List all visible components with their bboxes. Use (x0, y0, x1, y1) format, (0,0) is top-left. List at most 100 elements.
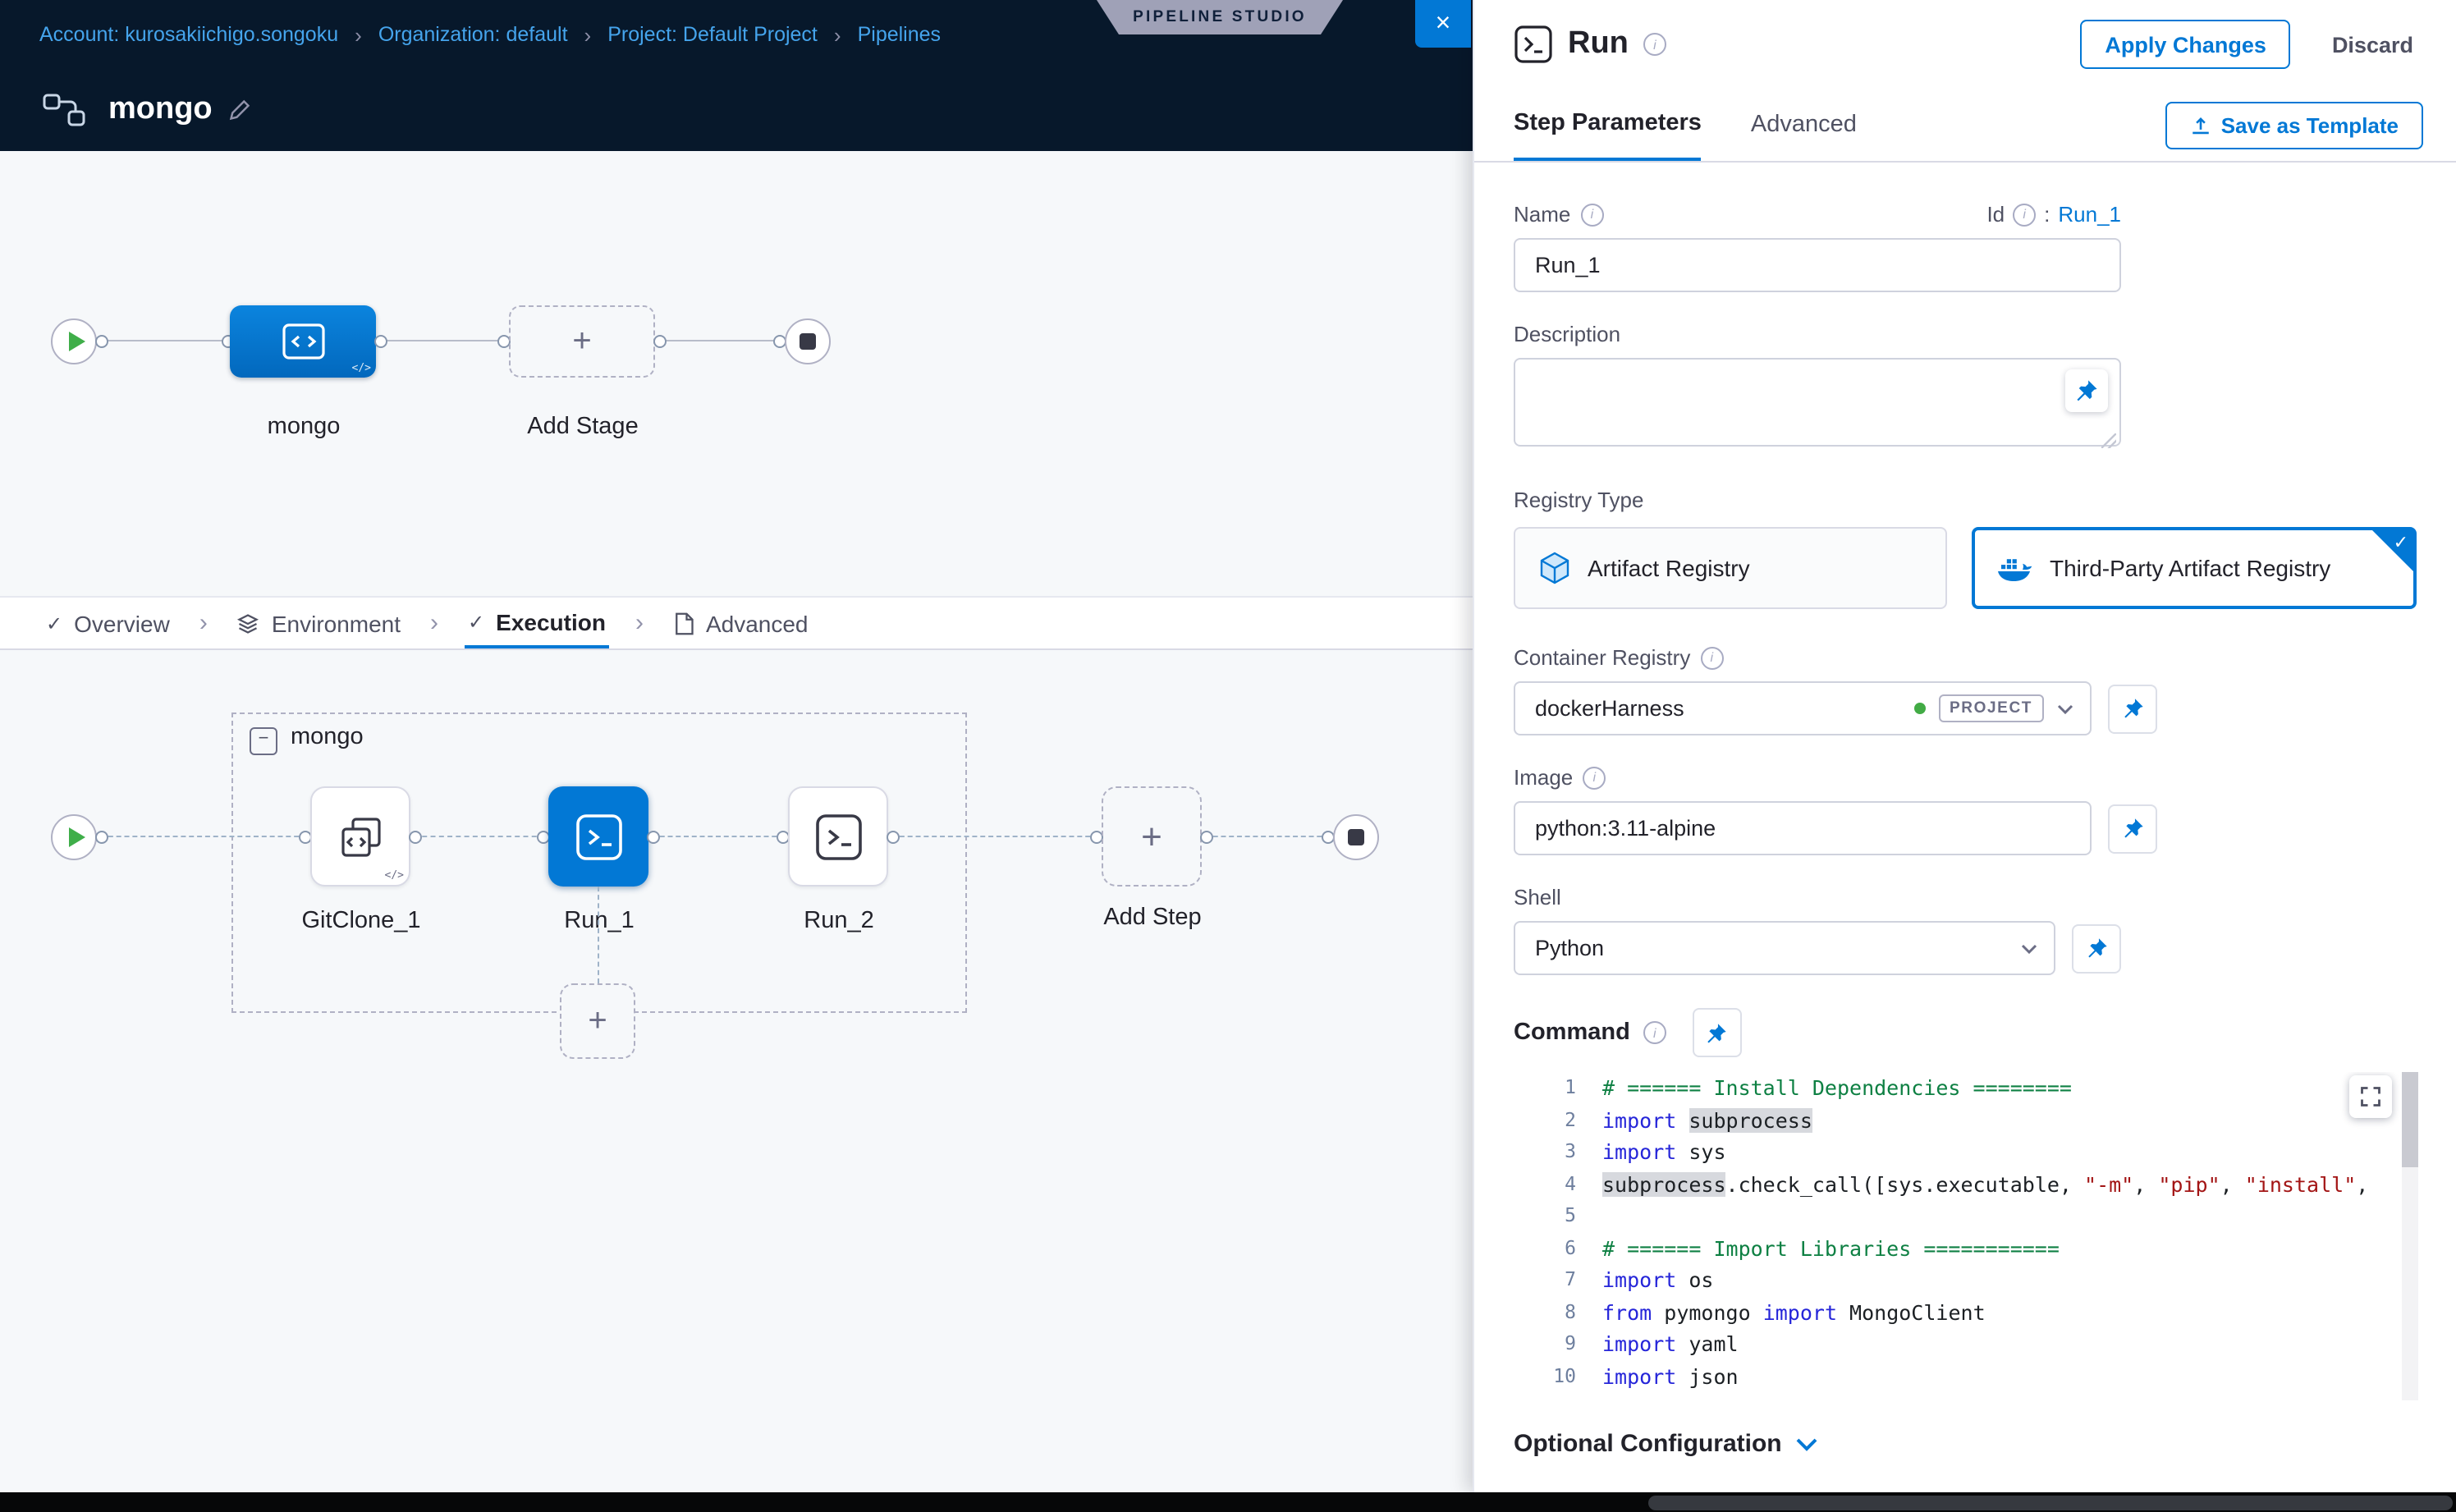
connector (891, 836, 1098, 837)
info-icon[interactable]: i (2013, 203, 2036, 226)
chevron-down-icon (2021, 943, 2037, 953)
code-line: 6# ====== Import Libraries =========== (1514, 1232, 2418, 1264)
tab-advanced[interactable]: Advanced (670, 598, 812, 648)
command-label: Command (1514, 1019, 1630, 1046)
environment-icon (237, 612, 260, 635)
code-line: 8from pymongo import MongoClient (1514, 1296, 2418, 1328)
shell-select[interactable]: Python (1514, 921, 2055, 975)
editor-scrollbar-thumb[interactable] (2402, 1072, 2418, 1167)
pipeline-start-node[interactable] (51, 318, 97, 364)
editor-scrollbar[interactable] (2402, 1072, 2418, 1400)
shell-value: Python (1535, 936, 1604, 960)
description-textarea[interactable] (1514, 358, 2121, 447)
check-icon: ✓ (2394, 532, 2408, 553)
play-icon (68, 827, 85, 847)
panel-tabs: Step Parameters Advanced Save as Templat… (1474, 89, 2456, 163)
play-icon (68, 332, 85, 351)
code-line: 1# ====== Install Dependencies ======== (1514, 1072, 2418, 1104)
collapse-group-icon[interactable]: − (250, 727, 277, 755)
code-lines: 1# ====== Install Dependencies ========2… (1514, 1072, 2418, 1392)
command-code-editor[interactable]: 1# ====== Install Dependencies ========2… (1514, 1072, 2418, 1400)
info-icon[interactable]: i (1700, 646, 1723, 669)
add-parallel-step-button[interactable]: + (560, 983, 635, 1059)
info-icon[interactable]: i (1580, 203, 1603, 226)
add-stage-label: Add Stage (484, 414, 681, 440)
discard-button[interactable]: Discard (2322, 30, 2423, 58)
info-icon[interactable]: i (1643, 33, 1666, 56)
tab-execution[interactable]: ✓ Execution (465, 598, 609, 648)
registry-option-third-party[interactable]: Third-Party Artifact Registry ✓ (1971, 527, 2417, 609)
chevron-down-icon (1797, 1437, 1818, 1450)
breadcrumb: Account: kurosakiichigo.songoku › Organi… (39, 22, 941, 47)
terminal-icon (574, 812, 623, 861)
tab-overview-label: Overview (74, 610, 170, 636)
add-step-button[interactable]: + (1102, 786, 1202, 887)
code-badge-icon: </> (352, 361, 372, 374)
breadcrumb-pipelines[interactable]: Pipelines (858, 23, 941, 46)
connector (100, 340, 230, 341)
connector (1205, 836, 1330, 837)
pin-icon[interactable] (1693, 1008, 1742, 1057)
execution-start-node[interactable] (51, 814, 97, 860)
step-label: Run_2 (739, 908, 939, 934)
breadcrumb-project[interactable]: Project: Default Project (607, 23, 818, 46)
save-as-template-label: Save as Template (2221, 112, 2399, 137)
code-line: 4subprocess.check_call([sys.executable, … (1514, 1168, 2418, 1200)
connector (414, 836, 545, 837)
step-node-gitclone[interactable]: </> (310, 786, 410, 887)
stage-node-mongo[interactable]: </> (230, 305, 376, 378)
info-icon[interactable]: i (1583, 766, 1606, 789)
id-value[interactable]: Run_1 (2058, 202, 2121, 227)
registry-option-artifact[interactable]: Artifact Registry (1514, 527, 1946, 609)
connector (100, 836, 307, 837)
chevron-separator-icon: › (199, 598, 208, 648)
pin-icon[interactable] (2065, 369, 2108, 412)
connector (379, 340, 506, 341)
container-registry-input[interactable]: dockerHarness PROJECT (1514, 681, 2092, 735)
info-icon[interactable]: i (1643, 1021, 1666, 1044)
image-input[interactable] (1514, 801, 2092, 855)
chevron-separator-icon: › (635, 598, 644, 648)
name-input[interactable] (1514, 238, 2121, 292)
id-label: Id (1986, 202, 2005, 227)
docker-icon (1997, 554, 2033, 582)
terminal-icon (813, 812, 863, 861)
breadcrumb-account[interactable]: Account: kurosakiichigo.songoku (39, 23, 338, 46)
pipeline-canvas: </> mongo + Add Stage ✓ Overview › Envir… (0, 151, 1473, 1492)
apply-changes-button[interactable]: Apply Changes (2080, 20, 2291, 69)
step-node-run1[interactable] (548, 786, 648, 887)
resize-grip[interactable] (2101, 433, 2116, 448)
close-icon[interactable]: × (1415, 0, 1471, 48)
tab-overview[interactable]: ✓ Overview (43, 598, 173, 648)
tab-execution-label: Execution (496, 608, 606, 635)
horizontal-scrollbar[interactable] (1648, 1495, 2453, 1510)
optional-configuration-label: Optional Configuration (1514, 1430, 1782, 1458)
stage-group-label: mongo (291, 724, 364, 750)
step-label: Run_1 (499, 908, 699, 934)
tab-environment[interactable]: Environment (234, 598, 404, 648)
id-separator: : (2044, 202, 2050, 227)
pipeline-end-node[interactable] (785, 318, 831, 364)
pin-icon[interactable] (2072, 923, 2121, 973)
pipeline-icon (43, 94, 85, 126)
pin-icon[interactable] (2108, 684, 2157, 733)
save-as-template-button[interactable]: Save as Template (2165, 101, 2423, 149)
plus-icon: + (572, 323, 591, 360)
expand-icon[interactable] (2349, 1075, 2392, 1118)
step-label: GitClone_1 (261, 908, 461, 934)
breadcrumb-organization[interactable]: Organization: default (378, 23, 568, 46)
tab-step-parameters[interactable]: Step Parameters (1514, 89, 1702, 161)
execution-end-node[interactable] (1333, 814, 1379, 860)
chevron-separator-icon: › (584, 22, 592, 47)
pin-icon[interactable] (2108, 804, 2157, 853)
tab-panel-advanced[interactable]: Advanced (1751, 89, 1857, 161)
code-line: 2import subprocess (1514, 1104, 2418, 1136)
git-clone-icon (337, 813, 383, 859)
plus-icon: + (1141, 815, 1162, 858)
edit-pencil-icon[interactable] (229, 99, 252, 121)
optional-configuration-toggle[interactable]: Optional Configuration (1514, 1430, 2417, 1458)
add-stage-button[interactable]: + (509, 305, 655, 378)
step-node-run2[interactable] (788, 786, 888, 887)
code-line: 5 (1514, 1200, 2418, 1232)
code-line: 3import sys (1514, 1136, 2418, 1168)
